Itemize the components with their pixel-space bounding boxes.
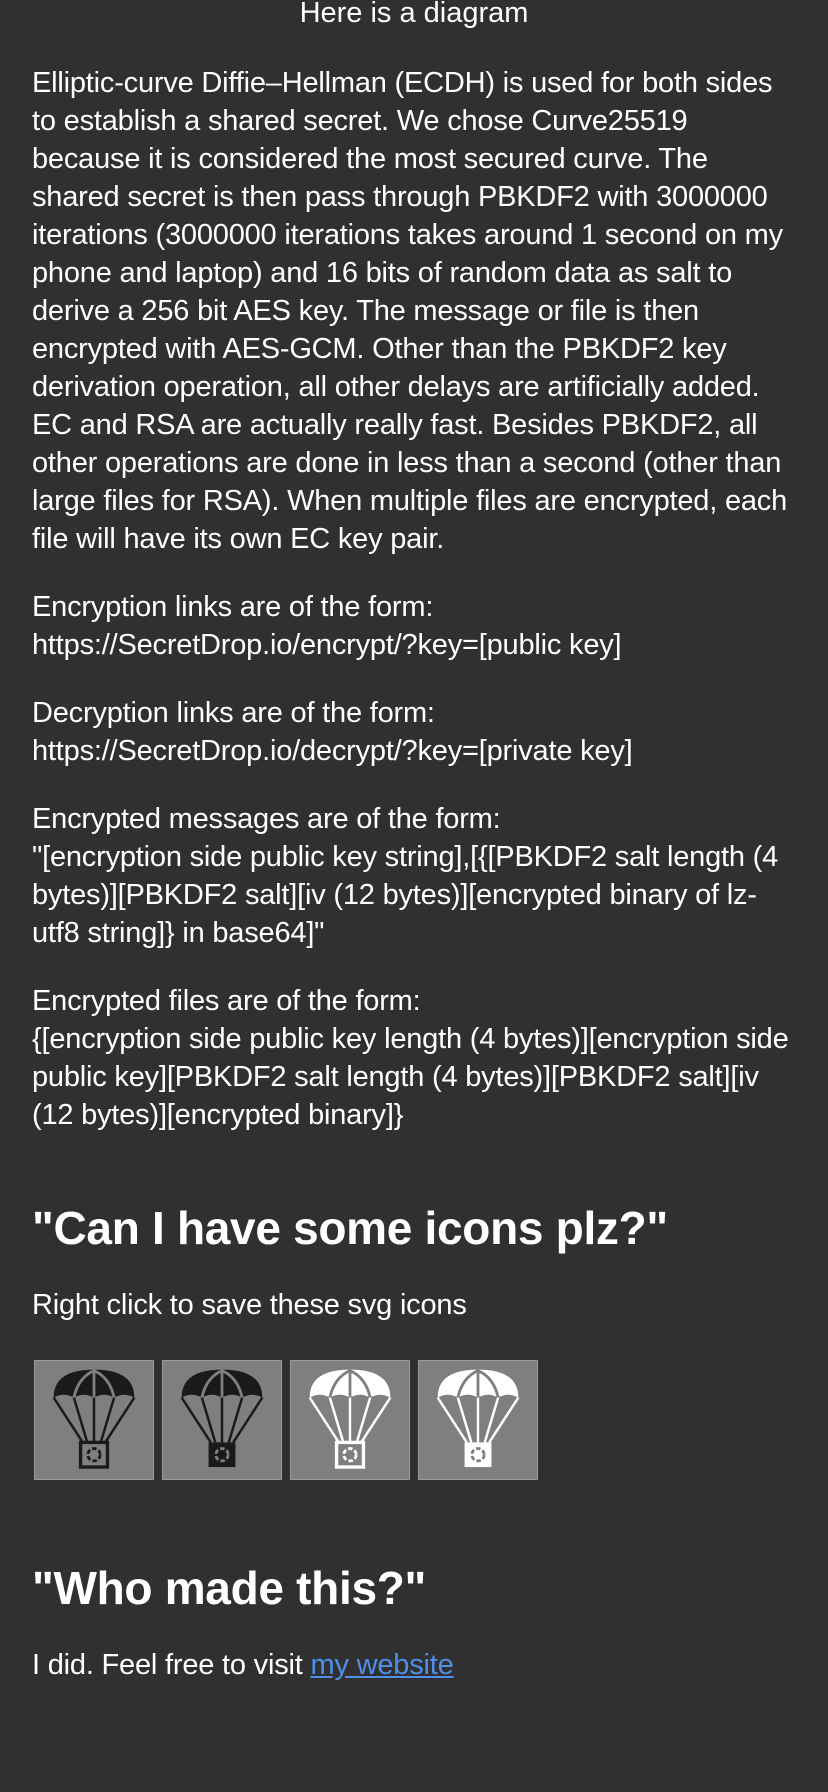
parachute-icon-tile-4[interactable]	[418, 1360, 538, 1480]
ecdh-paragraph: Elliptic-curve Diffie–Hellman (ECDH) is …	[32, 67, 788, 555]
parachute-icon-tile-1[interactable]	[34, 1360, 154, 1480]
decryption-links-format: https://SecretDrop.io/decrypt/?key=[priv…	[32, 735, 633, 767]
parachute-icon-tile-3[interactable]	[290, 1360, 410, 1480]
encrypted-files-format: {[encryption side public key length (4 b…	[32, 1023, 789, 1131]
diagram-caption: Here is a diagram	[299, 0, 529, 29]
icons-heading: "Can I have some icons plz?"	[32, 1202, 668, 1254]
parachute-icon[interactable]	[294, 1364, 406, 1476]
credits-text: I did. Feel free to visit my website	[32, 1646, 802, 1684]
encryption-links-format: https://SecretDrop.io/encrypt/?key=[publ…	[32, 629, 622, 661]
parachute-icon-tile-2[interactable]	[162, 1360, 282, 1480]
icon-row	[34, 1360, 802, 1480]
encrypted-files-paragraph: Encrypted files are of the form: {[encry…	[32, 982, 802, 1134]
decryption-links-paragraph: Decryption links are of the form: https:…	[32, 694, 802, 770]
icons-instruction: Right click to save these svg icons	[32, 1289, 467, 1321]
decryption-links-label: Decryption links are of the form:	[32, 697, 435, 729]
website-link[interactable]: my website	[310, 1649, 453, 1681]
encrypted-messages-format: "[encryption side public key string],[{[…	[32, 841, 779, 949]
content: Elliptic-curve Diffie–Hellman (ECDH) is …	[32, 64, 802, 1684]
parachute-icon[interactable]	[422, 1364, 534, 1476]
encrypted-files-label: Encrypted files are of the form:	[32, 985, 421, 1017]
parachute-icon[interactable]	[166, 1364, 278, 1476]
encrypted-messages-label: Encrypted messages are of the form:	[32, 803, 501, 835]
encryption-links-paragraph: Encryption links are of the form: https:…	[32, 588, 802, 664]
encryption-links-label: Encryption links are of the form:	[32, 591, 434, 623]
encrypted-messages-paragraph: Encrypted messages are of the form: "[en…	[32, 800, 802, 952]
credits-heading: "Who made this?"	[32, 1562, 427, 1614]
page: Here is a diagram Elliptic-curve Diffie–…	[0, 0, 828, 1792]
credits-intro: I did. Feel free to visit	[32, 1649, 311, 1681]
parachute-icon[interactable]	[38, 1364, 150, 1476]
